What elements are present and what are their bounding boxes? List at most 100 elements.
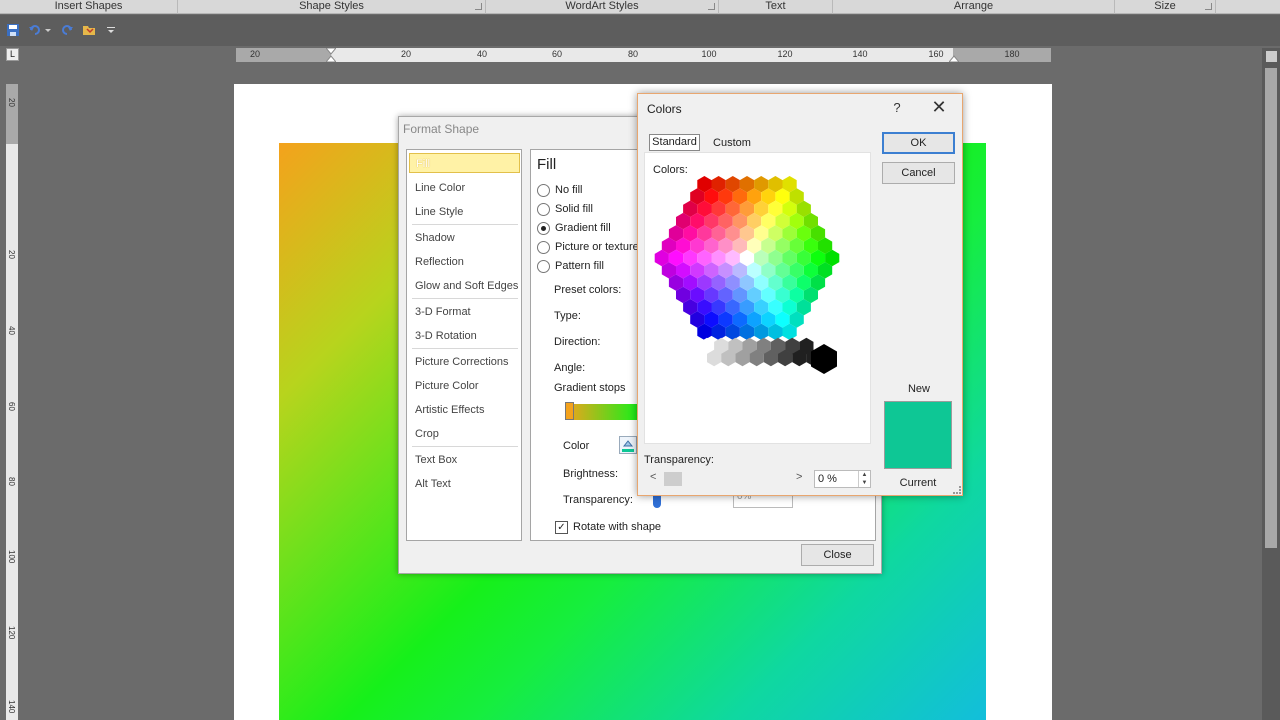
ribbon-group-bar: Insert Shapes Shape Styles WordArt Style…: [0, 0, 1280, 14]
vertical-ruler[interactable]: 20 20 40 60 80 100 120 140: [6, 84, 18, 720]
nav-item-crop[interactable]: Crop: [409, 424, 520, 444]
rotate-with-shape-checkbox[interactable]: ✓: [555, 521, 568, 534]
ruler-number: 20: [7, 98, 16, 107]
undo-dropdown-icon[interactable]: [44, 23, 52, 37]
nav-item-line-color[interactable]: Line Color: [409, 178, 520, 198]
redo-icon[interactable]: [60, 23, 74, 37]
nav-item-glow[interactable]: Glow and Soft Edges: [409, 276, 520, 296]
resize-grip-icon[interactable]: [953, 486, 961, 494]
nav-item-3d-format[interactable]: 3-D Format: [409, 302, 520, 322]
transparency-slider[interactable]: < >: [644, 471, 808, 487]
nav-item-picture-corrections[interactable]: Picture Corrections: [409, 352, 520, 372]
solid-fill-radio[interactable]: [537, 203, 550, 216]
nav-item-artistic-effects[interactable]: Artistic Effects: [409, 400, 520, 420]
solid-fill-label[interactable]: Solid fill: [555, 203, 593, 215]
ruler-number: 60: [551, 49, 563, 59]
right-indent-icon[interactable]: [949, 52, 959, 62]
transparency-slider-thumb[interactable]: [653, 496, 661, 508]
ribbon-group-shape-styles: Shape Styles: [178, 0, 486, 14]
ruler-number: 100: [701, 49, 717, 59]
size-launcher-icon[interactable]: [1205, 3, 1212, 10]
cancel-button[interactable]: Cancel: [882, 162, 955, 184]
colors-label: Colors:: [653, 164, 688, 176]
ruler-number: 80: [627, 49, 639, 59]
angle-label: Angle:: [554, 362, 586, 374]
vertical-scrollbar[interactable]: [1262, 48, 1280, 720]
fill-color-icon[interactable]: [619, 436, 637, 454]
ruler-right-margin: [953, 48, 1051, 62]
pattern-fill-label[interactable]: Pattern fill: [555, 260, 604, 272]
ruler-toggle-label: L: [9, 49, 15, 59]
ruler-number: 20: [7, 250, 16, 259]
slider-right-arrow-icon[interactable]: >: [796, 471, 802, 483]
ruler-number: 120: [7, 626, 16, 640]
wordart-styles-launcher-icon[interactable]: [708, 3, 715, 10]
ruler-number: 80: [7, 477, 16, 486]
nav-item-line-style[interactable]: Line Style: [409, 202, 520, 222]
slider-left-arrow-icon[interactable]: <: [650, 471, 656, 483]
tab-custom[interactable]: Custom: [708, 136, 756, 152]
close-icon[interactable]: ✕: [930, 98, 948, 118]
scrollbar-thumb[interactable]: [1265, 68, 1277, 548]
type-label: Type:: [554, 310, 581, 322]
nav-item-picture-color[interactable]: Picture Color: [409, 376, 520, 396]
ruler-number: 100: [7, 550, 16, 564]
fill-heading: Fill: [537, 156, 557, 173]
ruler-number: 140: [7, 700, 16, 714]
ruler-number: 160: [928, 49, 944, 59]
nav-item-shadow[interactable]: Shadow: [409, 228, 520, 248]
ribbon-group-size: Size: [1115, 0, 1216, 14]
save-icon[interactable]: [6, 23, 20, 37]
close-button[interactable]: Close: [801, 544, 874, 566]
nav-item-text-box[interactable]: Text Box: [409, 450, 520, 470]
transparency-value-field[interactable]: 0 % ▲ ▼: [814, 470, 871, 488]
nav-item-fill[interactable]: Fill: [409, 153, 520, 173]
ruler-toggle-button[interactable]: L: [6, 48, 19, 61]
horizontal-ruler[interactable]: 20 20 40 60 80 100 120 140 160 180: [236, 48, 1051, 62]
slider-thumb[interactable]: [664, 472, 682, 486]
new-color-swatch: [884, 401, 952, 469]
group-label-arrange: Arrange: [953, 0, 994, 12]
gradient-stops-bar[interactable]: [565, 404, 639, 420]
group-label-size: Size: [1154, 0, 1176, 12]
customize-qat-icon[interactable]: [106, 23, 116, 37]
new-color-label: New: [907, 383, 930, 395]
ruler-number: 60: [7, 402, 16, 411]
tab-standard[interactable]: Standard: [649, 134, 700, 151]
transparency-label: Transparency:: [563, 494, 633, 506]
nav-item-alt-text[interactable]: Alt Text: [409, 474, 520, 494]
gradient-fill-label[interactable]: Gradient fill: [555, 222, 611, 234]
black-swatch[interactable]: [811, 344, 837, 374]
group-label-wordart-styles: WordArt Styles: [565, 0, 639, 12]
color-hexagon-wheel[interactable]: [652, 176, 862, 386]
undo-icon[interactable]: [28, 23, 42, 37]
pattern-fill-radio[interactable]: [537, 260, 550, 273]
no-fill-radio[interactable]: [537, 184, 550, 197]
colors-dialog-title: Colors: [647, 102, 682, 116]
transparency-spinner-icon[interactable]: ▲ ▼: [858, 471, 870, 487]
direction-label: Direction:: [554, 336, 601, 348]
ruler-number: 40: [7, 326, 16, 335]
gradient-stop-handle[interactable]: [565, 402, 574, 420]
color-label: Color: [563, 440, 590, 452]
gradient-stops-label: Gradient stops: [554, 382, 626, 394]
format-shape-nav: Fill Line Color Line Style Shadow Reflec…: [406, 149, 522, 541]
no-fill-label[interactable]: No fill: [555, 184, 583, 196]
open-folder-icon[interactable]: [82, 23, 96, 37]
nav-divider: [412, 446, 518, 447]
ruler-view-icon[interactable]: [1266, 51, 1277, 62]
nav-item-3d-rotation[interactable]: 3-D Rotation: [409, 326, 520, 346]
brightness-label: Brightness:: [563, 468, 619, 480]
ruler-top-margin: [6, 84, 18, 144]
ok-button[interactable]: OK: [882, 132, 955, 154]
help-icon[interactable]: ?: [889, 100, 905, 116]
first-line-indent-icon[interactable]: [326, 48, 336, 62]
nav-item-reflection[interactable]: Reflection: [409, 252, 520, 272]
picture-fill-radio[interactable]: [537, 241, 550, 254]
gradient-fill-radio[interactable]: [537, 222, 550, 235]
ruler-number: 120: [777, 49, 793, 59]
rotate-with-shape-label[interactable]: Rotate with shape: [573, 521, 661, 533]
shape-styles-launcher-icon[interactable]: [475, 3, 482, 10]
nav-divider: [412, 298, 518, 299]
preset-colors-label: Preset colors:: [554, 284, 622, 296]
